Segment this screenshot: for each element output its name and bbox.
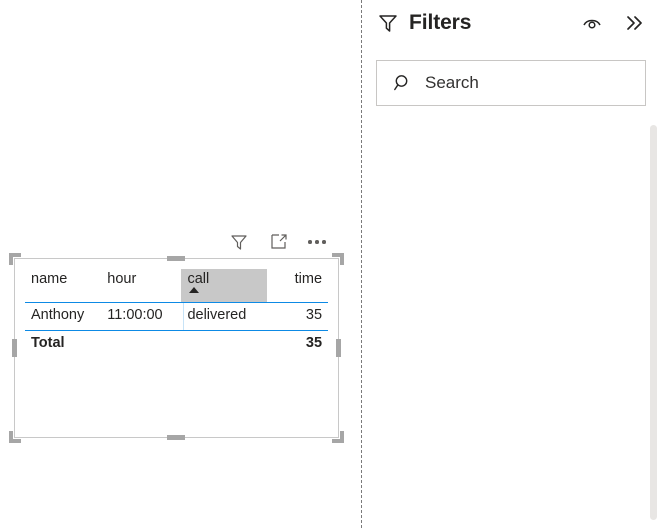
total-value: 35 (305, 335, 323, 351)
resize-handle-right-middle[interactable] (336, 339, 341, 357)
table-row[interactable]: Anthony 11:00:00 delivered 35 (25, 303, 328, 330)
resize-handle-top-right[interactable] (332, 253, 344, 265)
column-separator (183, 303, 184, 330)
focus-mode-icon[interactable] (268, 231, 290, 253)
filters-pane-header: Filters (363, 0, 661, 46)
cell-name: Anthony (31, 307, 85, 323)
cell-call: delivered (187, 307, 247, 323)
cell-hour: 11:00:00 (107, 307, 163, 323)
resize-handle-left-middle[interactable] (12, 339, 17, 357)
double-chevron-right-icon[interactable] (623, 12, 645, 34)
dot (315, 240, 319, 244)
column-header-call[interactable]: call (181, 269, 267, 302)
dot (308, 240, 312, 244)
dot (322, 240, 326, 244)
filters-pane-scrollbar-thumb[interactable] (650, 125, 657, 520)
column-header-time[interactable]: time (267, 269, 328, 290)
visual-header-toolbar (228, 229, 340, 255)
filters-pane-actions (581, 12, 645, 34)
funnel-icon (377, 12, 399, 34)
column-header-hour[interactable]: hour (101, 269, 181, 290)
search-icon (393, 73, 413, 93)
resize-handle-bottom-right[interactable] (332, 431, 344, 443)
canvas-pane-divider (361, 0, 362, 528)
sort-ascending-icon (189, 287, 200, 293)
filters-pane-scrollbar-track[interactable] (650, 125, 657, 528)
resize-handle-top-center[interactable] (167, 256, 185, 261)
filters-search-placeholder: Search (425, 73, 479, 92)
data-table: name hour call time Anthony 11:00:00 del… (15, 259, 338, 357)
column-header-call-label: call (187, 271, 210, 287)
resize-handle-bottom-left[interactable] (9, 431, 21, 443)
table-visual[interactable]: name hour call time Anthony 11:00:00 del… (9, 253, 344, 443)
report-canvas[interactable]: name hour call time Anthony 11:00:00 del… (0, 0, 362, 528)
total-hour-blank (101, 331, 181, 338)
total-call-blank (181, 331, 266, 338)
eye-hide-filter-pane-icon[interactable] (581, 12, 603, 34)
table-total-row: Total 35 (25, 331, 328, 357)
filters-search-box[interactable]: Search (376, 60, 646, 106)
resize-handle-bottom-center[interactable] (167, 435, 185, 440)
more-options-icon[interactable] (308, 231, 326, 253)
resize-handle-top-left[interactable] (9, 253, 21, 265)
filters-pane-title: Filters (409, 11, 472, 34)
total-label: Total (31, 335, 65, 351)
column-header-name[interactable]: name (25, 269, 101, 290)
cell-time: 35 (305, 307, 323, 323)
funnel-icon[interactable] (228, 231, 250, 253)
table-header-row: name hour call time (25, 269, 328, 302)
